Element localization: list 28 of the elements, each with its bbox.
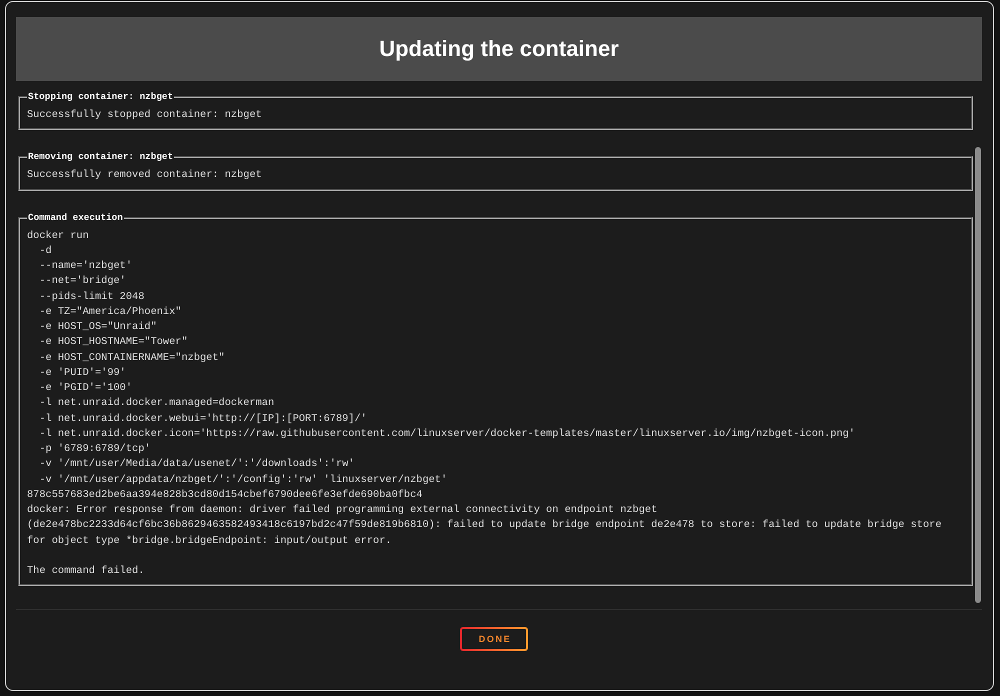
command-argument: -e HOST_HOSTNAME="Tower" bbox=[38, 335, 188, 350]
command-argument: -e HOST_CONTAINERNAME="nzbget" bbox=[38, 350, 225, 366]
command-argument: -e 'PUID'='99' bbox=[38, 366, 126, 381]
command-argument: -v '/mnt/user/appdata/nzbget/':'/config':'rw' 'linuxserver/nzbget' bbox=[38, 472, 448, 488]
container-id: 878c557683ed2be6aa394e828b3cd80d154cbef6790dee6fe3efde690ba0fbc4 bbox=[27, 488, 422, 503]
command-argument: -e 'PGID'='100' bbox=[38, 381, 132, 396]
command-line: docker run bbox=[27, 228, 89, 244]
dialog-title: Updating the container bbox=[379, 35, 619, 63]
command-argument: -e HOST_OS="Unraid" bbox=[38, 320, 157, 335]
command-argument: --pids-limit 2048 bbox=[38, 290, 144, 304]
command-argument: -p '6789:6789/tcp' bbox=[38, 442, 151, 457]
status-message: Successfully stopped container: nzbget bbox=[27, 108, 262, 123]
result-message: The command failed. bbox=[27, 564, 144, 579]
command-argument: --name='nzbget' bbox=[38, 259, 132, 274]
error-message: docker: Error response from daemon: driver failed programming external connectivity on endpoint nzbget (de2e478bc2233d64cf6bc36b8629463582493418c6197bd2c47f59de819b6810): failed to update bridge endpoint de2e478 to store: failed to update bridge store for object type *bridge.bridgeEndpoint: input/output error. bbox=[27, 503, 943, 548]
done-button[interactable]: DONE bbox=[460, 627, 528, 651]
panel-heading: Stopping container: nzbget bbox=[27, 91, 174, 103]
command-argument: -l net.unraid.docker.managed=dockerman bbox=[38, 396, 274, 412]
command-argument: -v '/mnt/user/Media/data/usenet/':'/downloads':'rw' bbox=[38, 457, 354, 472]
scrollbar-thumb[interactable] bbox=[975, 147, 981, 603]
command-argument: -d bbox=[38, 244, 52, 259]
status-message: Successfully removed container: nzbget bbox=[27, 168, 262, 184]
command-argument: -l net.unraid.docker.webui='http://[IP]:[PORT:6789]/' bbox=[38, 412, 367, 426]
panel-heading: Command execution bbox=[27, 212, 124, 224]
command-argument: --net='bridge' bbox=[38, 274, 126, 290]
command-argument: -e TZ="America/Phoenix" bbox=[38, 304, 182, 320]
panel-heading: Removing container: nzbget bbox=[27, 151, 174, 164]
command-argument: -l net.unraid.docker.icon='https://raw.githubusercontent.com/linuxserver/docker-templates/master/linuxserver.io/img/nzbget-icon.png' bbox=[38, 426, 855, 442]
